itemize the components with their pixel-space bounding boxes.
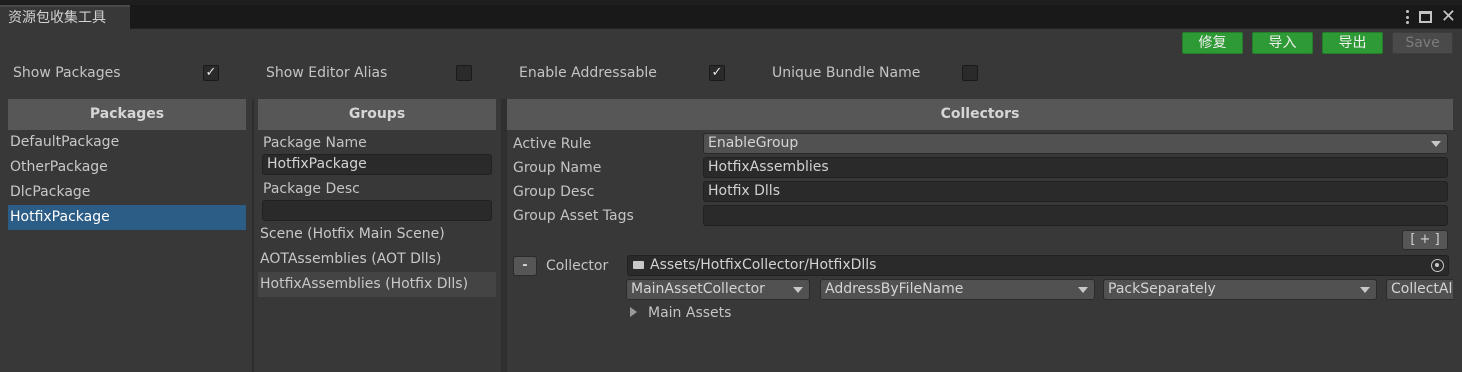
group-name-label: Group Name <box>513 160 602 176</box>
groups-list: Scene (Hotfix Main Scene) AOTAssemblies … <box>258 222 496 297</box>
unique-bundle-name-checkbox[interactable] <box>962 65 978 81</box>
save-button[interactable]: Save <box>1392 32 1453 54</box>
groups-header: Groups <box>258 99 496 130</box>
window-controls: ✕ <box>1406 7 1456 27</box>
group-name-field[interactable]: HotfixAssemblies <box>703 157 1448 178</box>
active-rule-dropdown[interactable]: EnableGroup <box>703 133 1448 154</box>
group-desc-field[interactable]: Hotfix Dlls <box>703 181 1448 202</box>
kebab-menu-icon[interactable] <box>1406 10 1410 24</box>
chevron-down-icon <box>1078 287 1088 293</box>
filter-rule-dropdown[interactable]: CollectAll <box>1386 279 1453 300</box>
package-desc-field[interactable] <box>262 200 492 221</box>
chevron-down-icon <box>793 287 803 293</box>
target-icon[interactable] <box>1431 259 1444 272</box>
active-rule-label: Active Rule <box>513 136 592 152</box>
show-packages-label: Show Packages <box>13 65 121 81</box>
collector-type-dropdown[interactable]: MainAssetCollector <box>626 279 810 300</box>
folder-icon <box>633 261 644 269</box>
filter-rule-value: CollectAll <box>1391 281 1453 297</box>
enable-addressable-checkbox[interactable]: ✓ <box>709 65 725 81</box>
active-rule-value: EnableGroup <box>708 135 799 151</box>
collector-type-value: MainAssetCollector <box>631 281 765 297</box>
package-name-field[interactable]: HotfixPackage <box>262 154 492 175</box>
foldout-arrow-icon[interactable] <box>630 307 637 317</box>
package-item[interactable]: OtherPackage <box>8 155 246 180</box>
collector-label: Collector <box>546 258 609 274</box>
add-collector-button[interactable]: [ + ] <box>1402 230 1448 250</box>
panel-divider <box>501 99 507 372</box>
collector-path-field[interactable]: Assets/HotfixCollector/HotfixDlls <box>627 255 1449 276</box>
enable-addressable-label: Enable Addressable <box>519 65 657 81</box>
panel-divider <box>252 99 254 372</box>
pack-rule-value: PackSeparately <box>1108 281 1216 297</box>
packages-header: Packages <box>8 99 246 130</box>
close-icon[interactable]: ✕ <box>1441 8 1456 26</box>
package-item[interactable]: DlcPackage <box>8 180 246 205</box>
unique-bundle-name-label: Unique Bundle Name <box>772 65 921 81</box>
remove-collector-button[interactable]: - <box>513 256 537 276</box>
group-item[interactable]: Scene (Hotfix Main Scene) <box>258 222 496 247</box>
collectors-header: Collectors <box>507 99 1453 130</box>
package-item[interactable]: DefaultPackage <box>8 130 246 155</box>
show-editor-alias-label: Show Editor Alias <box>266 65 388 81</box>
group-item[interactable]: AOTAssemblies (AOT Dlls) <box>258 247 496 272</box>
packages-list: DefaultPackage OtherPackage DlcPackage H… <box>8 130 246 230</box>
group-desc-label: Group Desc <box>513 184 595 200</box>
chevron-down-icon <box>1431 141 1441 147</box>
window-tab[interactable]: 资源包收集工具 <box>0 5 130 30</box>
title-bar <box>0 5 1462 29</box>
collector-path-value: Assets/HotfixCollector/HotfixDlls <box>650 257 877 273</box>
import-button[interactable]: 导入 <box>1252 32 1313 54</box>
package-item[interactable]: HotfixPackage <box>8 205 246 230</box>
group-item[interactable]: HotfixAssemblies (Hotfix Dlls) <box>258 272 496 297</box>
chevron-down-icon <box>1360 287 1370 293</box>
show-packages-checkbox[interactable]: ✓ <box>203 65 219 81</box>
group-asset-tags-label: Group Asset Tags <box>513 208 634 224</box>
show-editor-alias-checkbox[interactable] <box>456 65 472 81</box>
fix-button[interactable]: 修复 <box>1182 32 1243 54</box>
main-assets-foldout[interactable]: Main Assets <box>648 303 731 323</box>
export-button[interactable]: 导出 <box>1322 32 1383 54</box>
address-rule-value: AddressByFileName <box>825 281 964 297</box>
address-rule-dropdown[interactable]: AddressByFileName <box>820 279 1095 300</box>
maximize-icon[interactable] <box>1418 11 1432 23</box>
pack-rule-dropdown[interactable]: PackSeparately <box>1103 279 1377 300</box>
package-desc-label: Package Desc <box>263 181 360 197</box>
package-name-label: Package Name <box>263 135 367 151</box>
group-asset-tags-field[interactable] <box>703 205 1448 226</box>
